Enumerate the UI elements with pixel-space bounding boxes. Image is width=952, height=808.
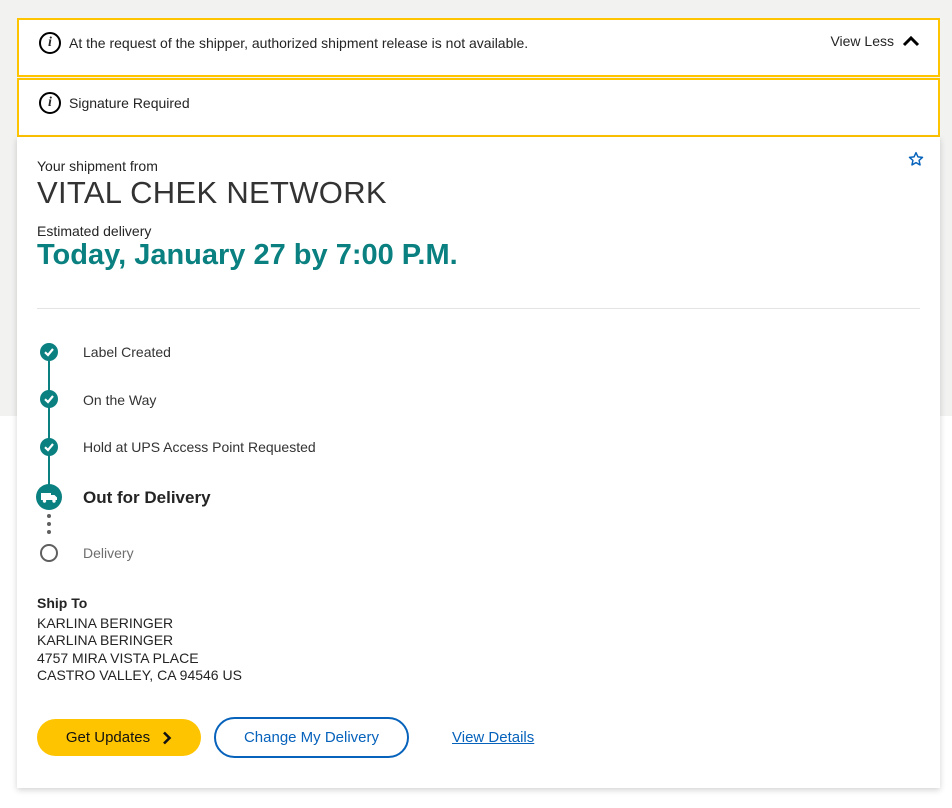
progress-step-hold-at-access-point: Hold at UPS Access Point Requested: [83, 439, 316, 455]
estimated-delivery-label: Estimated delivery: [37, 223, 152, 239]
estimated-delivery-date: Today, January 27 by 7:00 P.M.: [37, 239, 458, 271]
progress-dot: [47, 530, 51, 534]
info-icon: i: [39, 92, 61, 114]
alert-message: At the request of the shipper, authorize…: [69, 35, 529, 51]
chevron-up-icon: [902, 35, 920, 47]
check-icon: [40, 438, 58, 456]
get-updates-label: Get Updates: [65, 729, 151, 746]
shipper-release-alert: i At the request of the shipper, authori…: [17, 18, 940, 77]
view-less-toggle[interactable]: View Less: [830, 33, 920, 49]
truck-icon: [36, 484, 62, 510]
check-icon: [40, 390, 58, 408]
check-icon: [40, 343, 58, 361]
star-icon[interactable]: [908, 151, 924, 167]
progress-dot: [47, 522, 51, 526]
change-my-delivery-button[interactable]: Change My Delivery: [214, 717, 409, 758]
signature-required-alert: i Signature Required: [17, 78, 940, 137]
shipment-from-label: Your shipment from: [37, 158, 158, 174]
divider: [37, 308, 920, 309]
shipment-card: Your shipment from VITAL CHEK NETWORK Es…: [17, 137, 940, 788]
chevron-right-icon: [163, 731, 172, 744]
alert-message: Signature Required: [69, 95, 190, 111]
progress-step-on-the-way: On the Way: [83, 392, 157, 408]
shipper-name: VITAL CHEK NETWORK: [37, 175, 387, 210]
address-line: KARLINA BERINGER: [37, 615, 174, 631]
info-icon: i: [39, 32, 61, 54]
view-details-link[interactable]: View Details: [452, 729, 534, 746]
address-line: 4757 MIRA VISTA PLACE: [37, 650, 199, 666]
progress-step-out-for-delivery: Out for Delivery: [83, 488, 211, 507]
address-line: CASTRO VALLEY, CA 94546 US: [37, 667, 242, 683]
progress-line: [48, 361, 50, 491]
progress-dot: [47, 514, 51, 518]
progress-step-delivery: Delivery: [83, 545, 134, 561]
address-line: KARLINA BERINGER: [37, 632, 174, 648]
ship-to-heading: Ship To: [37, 595, 88, 611]
pending-circle-icon: [40, 544, 58, 562]
progress-step-label-created: Label Created: [83, 344, 171, 360]
view-less-label: View Less: [830, 33, 894, 49]
get-updates-button[interactable]: Get Updates: [37, 719, 201, 756]
